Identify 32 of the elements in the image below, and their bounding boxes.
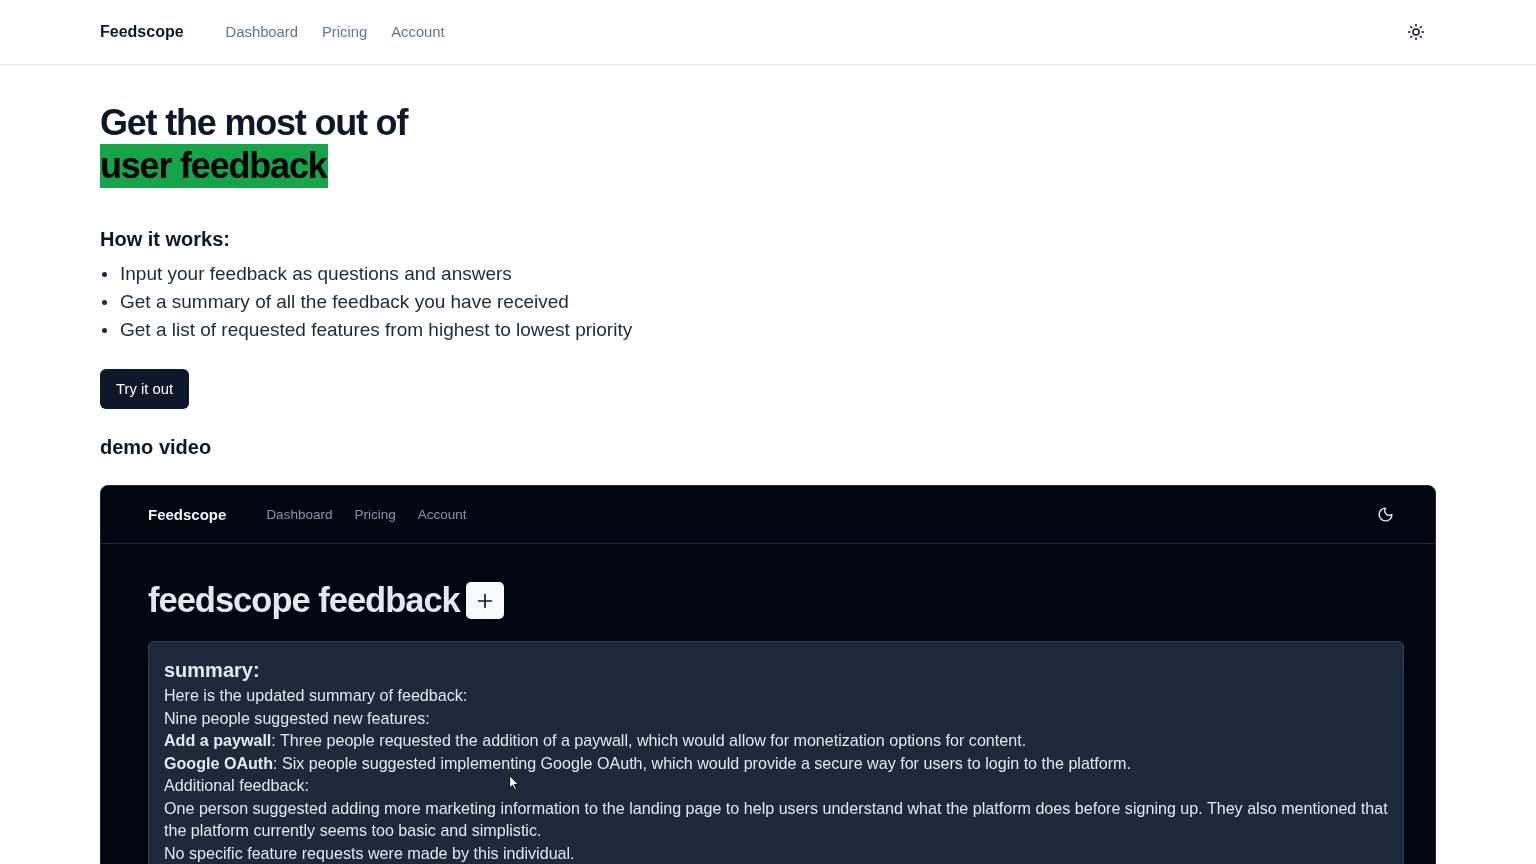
summary-text: Additional feedback: — [164, 775, 309, 796]
hero-title-highlight: user feedback — [100, 144, 328, 188]
hero-title: Get the most out of — [100, 103, 408, 143]
summary-text: One person suggested adding more marketing information to the landing page to help users understand what the platform does before signing up. They also mentioned that the platform currently seems too basic and simplistic. — [164, 797, 1388, 841]
nav-link[interactable]: Pricing — [322, 24, 368, 40]
section-heading: demo video — [100, 435, 212, 460]
logo[interactable]: Feedscope — [100, 23, 184, 41]
nav-link[interactable]: Account — [391, 24, 445, 40]
bullet-icon — [102, 327, 107, 333]
summary-text: Here is the updated summary of feedback: — [164, 685, 468, 706]
nav-link[interactable]: Dashboard — [225, 24, 298, 40]
theme-toggle-moon-icon[interactable] — [1376, 506, 1394, 523]
nav-link[interactable]: Dashboard — [266, 507, 333, 522]
bullet-icon — [102, 299, 107, 305]
summary-text: Add a paywall: Three people requested the addition of a paywall, which would allow for monetization options for content. — [164, 730, 1027, 751]
summary-text: Nine people suggested new features: — [164, 707, 430, 729]
section-heading: How it works: — [100, 227, 230, 252]
page-title: feedscope feedback — [148, 581, 460, 620]
try-it-out-button[interactable]: Try it out — [100, 369, 189, 409]
summary-heading: summary: — [164, 658, 260, 683]
cursor-icon — [509, 775, 519, 791]
nav-link[interactable]: Account — [417, 507, 467, 522]
bullet-icon — [102, 271, 107, 277]
list-item-text: Get a list of requested features from highest to lowest priority — [120, 319, 633, 341]
add-button[interactable] — [465, 582, 504, 619]
summary-text: No specific feature requests were made by this individual. — [164, 842, 575, 864]
list-item-text: Get a summary of all the feedback you have received — [120, 291, 569, 313]
summary-text: Google OAuth: Six people suggested implementing Google OAuth, which would provide a secure way for users to login to the platform. — [164, 752, 1131, 774]
nav-link[interactable]: Pricing — [354, 507, 396, 522]
list-item-text: Input your feedback as questions and answers — [120, 263, 512, 285]
theme-toggle-sun-icon[interactable] — [1407, 23, 1425, 41]
logo[interactable]: Feedscope — [148, 506, 227, 523]
